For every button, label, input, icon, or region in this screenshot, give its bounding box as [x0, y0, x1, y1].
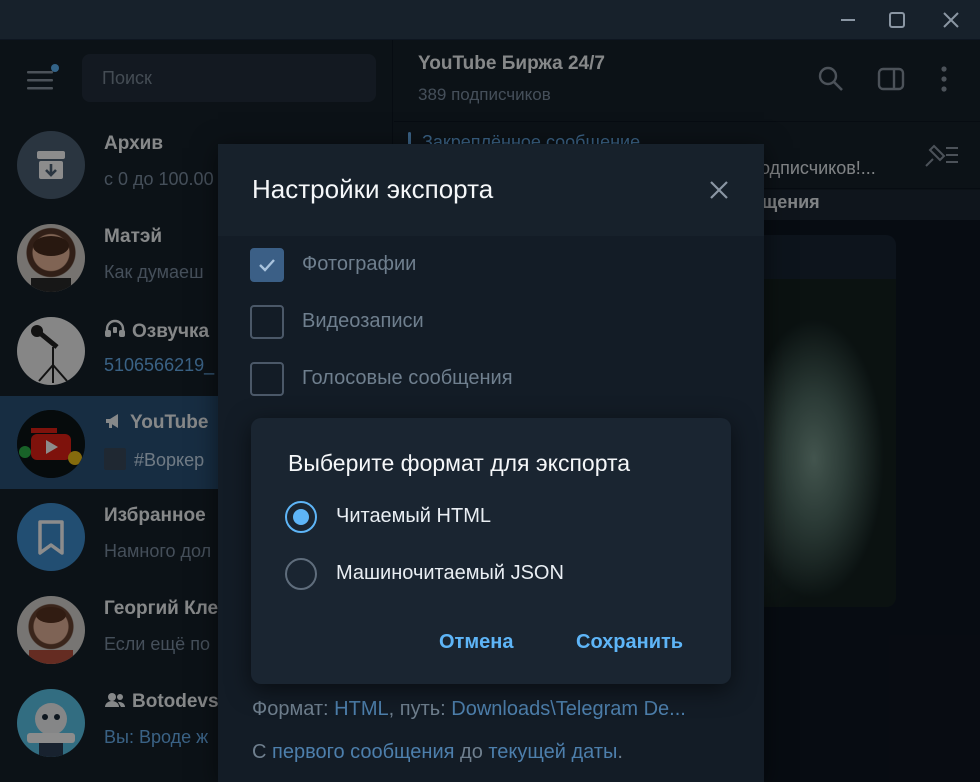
option-label: Фотографии: [302, 253, 417, 275]
option-videos[interactable]: Видеозаписи: [250, 305, 730, 339]
range-to-link[interactable]: текущей даты: [488, 741, 617, 763]
save-button[interactable]: Сохранить: [576, 624, 683, 660]
voice-messages-checkbox[interactable]: [250, 362, 284, 396]
range-from-link[interactable]: первого сообщения: [272, 741, 454, 763]
radio-label: Читаемый HTML: [336, 505, 491, 527]
path-prefix: , путь:: [388, 698, 452, 720]
window-titlebar: [0, 0, 980, 40]
json-radio[interactable]: [285, 558, 317, 590]
path-link[interactable]: Downloads\Telegram De...: [451, 698, 686, 720]
html-radio[interactable]: [285, 501, 317, 533]
close-icon[interactable]: [938, 8, 964, 32]
option-label: Видеозаписи: [302, 310, 424, 332]
range-suffix: .: [617, 741, 623, 763]
format-link[interactable]: HTML: [334, 698, 388, 720]
range-prefix: С: [252, 741, 272, 763]
format-dialog-title: Выберите формат для экспорта: [288, 450, 631, 476]
format-option-json[interactable]: Машиночитаемый JSON: [285, 558, 705, 590]
dialog-header: Настройки экспорта: [218, 144, 764, 236]
option-photos[interactable]: Фотографии: [250, 248, 730, 282]
dialog-title: Настройки экспорта: [252, 174, 494, 204]
maximize-icon[interactable]: [884, 8, 910, 32]
format-dialog: Выберите формат для экспорта Читаемый HT…: [251, 418, 731, 684]
option-label: Голосовые сообщения: [302, 367, 513, 389]
checkmark-icon: [259, 259, 275, 272]
option-voice-messages[interactable]: Голосовые сообщения: [250, 362, 730, 396]
radio-label: Машиночитаемый JSON: [336, 562, 564, 584]
range-mid: до: [454, 741, 489, 763]
date-range-line: С первого сообщения до текущей даты.: [252, 741, 623, 764]
format-prefix: Формат:: [252, 698, 335, 720]
close-icon[interactable]: [706, 177, 732, 203]
format-path-line: Формат: HTML, путь: Downloads\Telegram D…: [252, 698, 686, 721]
videos-checkbox[interactable]: [250, 305, 284, 339]
minimize-icon[interactable]: [835, 8, 861, 32]
photos-checkbox[interactable]: [250, 248, 284, 282]
format-option-html[interactable]: Читаемый HTML: [285, 501, 705, 533]
cancel-button[interactable]: Отмена: [439, 624, 513, 660]
